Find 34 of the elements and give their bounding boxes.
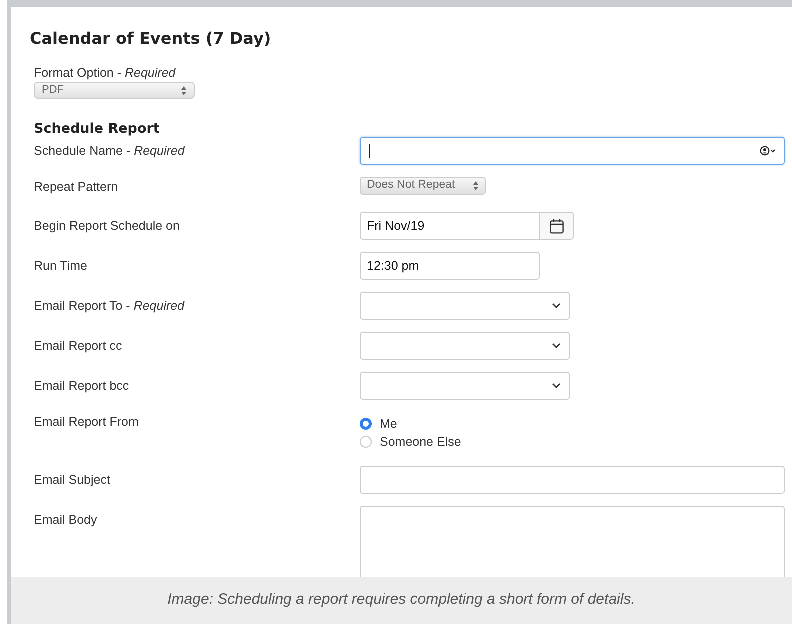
field-label: Email Report cc <box>34 338 124 355</box>
email-select[interactable] <box>360 292 570 320</box>
repeat-select[interactable]: Does Not Repeat <box>360 177 486 195</box>
up-down-arrows-icon <box>181 86 187 96</box>
field-label: Email Report To - Required <box>34 298 186 315</box>
person-chevron-icon <box>760 146 776 156</box>
field-label: Repeat Pattern <box>34 179 120 196</box>
field-label: Run Time <box>34 258 88 275</box>
date-field[interactable]: Fri Nov/19 <box>360 212 540 240</box>
chevron-down-icon <box>552 343 561 349</box>
field-label: Format Option - Required <box>34 65 177 81</box>
field-label: Schedule Name - Required <box>34 143 186 160</box>
field-label: Begin Report Schedule on <box>34 218 181 235</box>
field-label: Email Report bcc <box>34 378 130 395</box>
schedule-name-field[interactable] <box>360 137 785 165</box>
field-label: Email Report From <box>34 414 140 431</box>
subject-field[interactable] <box>360 466 785 494</box>
section-heading: Schedule Report <box>33 120 161 139</box>
field-label: Email Body <box>34 512 98 529</box>
chevron-down-icon <box>552 383 561 389</box>
image-caption: Image: Scheduling a report requires completing a short form of details. <box>168 590 636 610</box>
text-cursor <box>369 144 370 158</box>
calendar-icon <box>550 218 564 234</box>
chevron-down-icon <box>552 303 561 309</box>
format-select[interactable]: PDF <box>34 82 195 99</box>
radio-option[interactable]: Me <box>360 415 462 433</box>
up-down-arrows-icon <box>473 181 479 191</box>
form-title: Calendar of Events (7 Day) <box>30 28 272 50</box>
email-select[interactable] <box>360 332 570 360</box>
radio-option[interactable]: Someone Else <box>360 433 462 451</box>
email-select[interactable] <box>360 372 570 400</box>
run-time-field[interactable]: 12:30 pm <box>360 252 540 280</box>
field-label: Email Subject <box>34 472 112 489</box>
calendar-button[interactable] <box>540 212 574 240</box>
